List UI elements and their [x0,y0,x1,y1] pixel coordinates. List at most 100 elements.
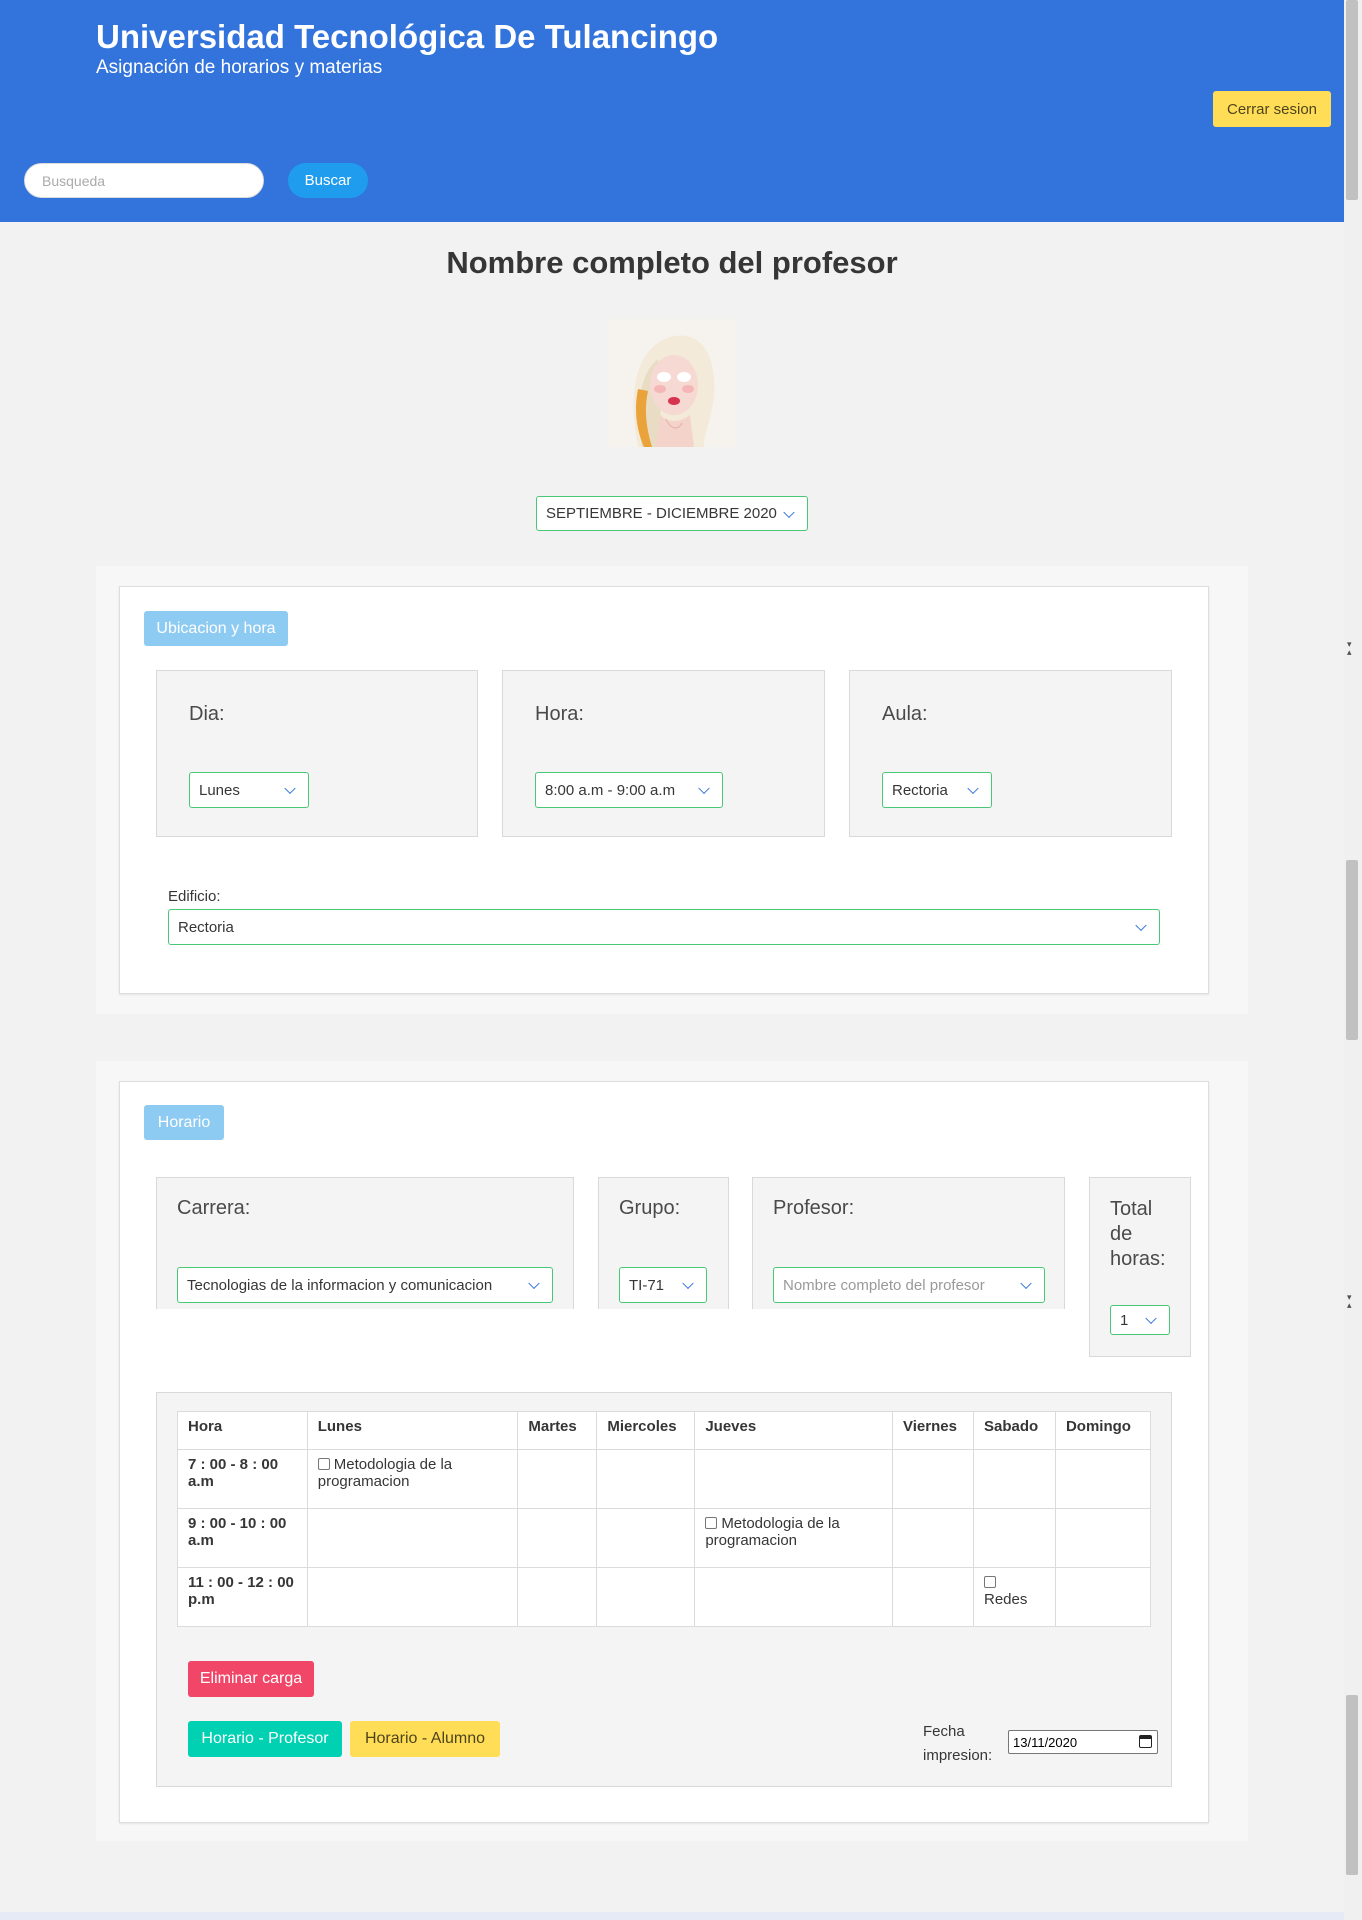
table-row: 7 : 00 - 8 : 00 a.m Metodologia de la pr… [177,1449,1152,1509]
hours-label: Total de horas: [1110,1198,1166,1270]
teacher-schedule-button[interactable]: Horario - Profesor [188,1721,342,1757]
teacher-box: Profesor: Nombre completo del profesor [752,1177,1065,1309]
chevron-down-icon [967,782,979,795]
schedule-cell [694,1567,894,1627]
subject-checkbox[interactable] [705,1517,718,1529]
col-header-jueves: Jueves [694,1411,894,1450]
career-box: Carrera: Tecnologias de la informacion y… [156,1177,574,1309]
day-box: Dia: Lunes [156,670,478,837]
col-header-miercoles: Miercoles [596,1411,696,1450]
group-select[interactable]: TI-71 [619,1267,707,1303]
app-subtitle: Asignación de horarios y materias [96,57,383,78]
chevron-down-icon [528,1277,540,1290]
hour-label: Hora: [535,703,584,725]
schedule-cell [972,1449,1056,1509]
chevron-down-icon [1145,1312,1157,1325]
print-date-label: Fecha impresion: [923,1723,993,1764]
teacher-name-title: Nombre completo del profesor [446,245,898,280]
schedule-table: Hora Lunes Martes Miercoles Jueves Viern… [177,1411,1152,1627]
chevron-down-icon [1020,1277,1032,1290]
scrollbar-thumb[interactable] [1346,1695,1358,1875]
search-button[interactable]: Buscar [288,163,368,198]
col-header-sabado: Sabado [972,1411,1056,1450]
room-select-value: Rectoria [892,781,948,799]
subject-label: Metodologia de la programacion [317,1456,453,1490]
chevron-down-icon [698,782,710,795]
chevron-down-icon [783,506,795,518]
calendar-icon[interactable] [1139,1735,1152,1748]
teacher-select[interactable]: Nombre completo del profesor [773,1267,1045,1303]
hours-box: Total de horas: 1 [1089,1177,1191,1357]
print-date-input[interactable]: 13/11/2020 [1008,1730,1158,1754]
schedule-cell [1054,1567,1152,1627]
room-select[interactable]: Rectoria [882,772,992,808]
room-label: Aula: [882,703,928,725]
schedule-cell [306,1508,519,1568]
page-bottom-strip [0,1912,1344,1920]
chevron-down-icon [682,1277,694,1290]
table-row: 11 : 00 - 12 : 00 p.m Redes [177,1567,1152,1627]
group-box: Grupo: TI-71 [598,1177,729,1309]
hours-select-value: 1 [1120,1311,1129,1329]
student-schedule-button[interactable]: Horario - Alumno [350,1721,500,1757]
group-select-value: TI-71 [629,1276,665,1294]
career-select[interactable]: Tecnologias de la informacion y comunica… [177,1267,553,1303]
day-select-value: Lunes [199,781,240,799]
search-input[interactable]: Busqueda [24,163,264,198]
group-label: Grupo: [619,1197,681,1219]
period-select-value: SEPTIEMBRE - DICIEMBRE 2020 [546,505,777,522]
schedule-cell [1054,1508,1152,1568]
scrollbar-thumb[interactable] [1346,0,1358,200]
schedule-cell: Metodologia de la programacion [306,1449,519,1509]
row-hour: 9 : 00 - 10 : 00 a.m [177,1508,308,1568]
row-hour: 7 : 00 - 8 : 00 a.m [177,1449,308,1509]
period-select[interactable]: SEPTIEMBRE - DICIEMBRE 2020 [536,496,808,531]
hour-select-value: 8:00 a.m - 9:00 a.m [545,781,676,799]
logout-button[interactable]: Cerrar sesion [1213,91,1331,127]
hours-select[interactable]: 1 [1110,1305,1170,1335]
chevron-down-icon [284,782,296,795]
table-header-row: Hora Lunes Martes Miercoles Jueves Viern… [177,1411,1152,1450]
scroll-arrows-icon[interactable]: ▾ ▴ [1347,640,1352,657]
schedule-cell [517,1508,598,1568]
schedule-tag: Horario [144,1105,224,1140]
subject-label: Redes [983,1591,1028,1608]
chevron-down-icon [1135,919,1147,932]
scrollbar-thumb[interactable] [1346,860,1358,1040]
scroll-arrows-icon[interactable]: ▾ ▴ [1347,1293,1352,1310]
building-select[interactable]: Rectoria [168,909,1160,945]
schedule-cell [596,1567,696,1627]
room-box: Aula: Rectoria [849,670,1172,837]
location-tag: Ubicacion y hora [144,611,288,646]
career-label: Carrera: [177,1197,251,1219]
col-header-hora: Hora [177,1411,308,1450]
col-header-lunes: Lunes [306,1411,519,1450]
subject-label: Metodologia de la programacion [705,1515,840,1549]
col-header-martes: Martes [517,1411,598,1450]
page-scrollbar[interactable]: ▾ ▴ ▾ ▴ [1344,0,1362,1920]
subject-checkbox[interactable] [317,1458,330,1470]
schedule-cell [1054,1449,1152,1509]
teacher-avatar [608,319,736,447]
schedule-cell [972,1508,1056,1568]
subject-checkbox[interactable] [983,1576,996,1588]
teacher-label: Profesor: [773,1197,855,1219]
schedule-cell: Metodologia de la programacion [694,1508,894,1568]
day-label: Dia: [189,703,225,725]
career-select-value: Tecnologias de la informacion y comunica… [187,1276,493,1294]
schedule-cell [517,1567,598,1627]
row-hour: 11 : 00 - 12 : 00 p.m [177,1567,308,1627]
hour-box: Hora: 8:00 a.m - 9:00 a.m [502,670,825,837]
university-title: Universidad Tecnológica De Tulancingo [96,18,719,55]
schedule-cell: Redes [972,1567,1056,1627]
schedule-cell [892,1508,974,1568]
teacher-select-placeholder: Nombre completo del profesor [783,1276,985,1294]
building-label: Edificio: [168,888,221,905]
app-header: Universidad Tecnológica De Tulancingo As… [0,0,1344,222]
hour-select[interactable]: 8:00 a.m - 9:00 a.m [535,772,723,808]
schedule-cell [892,1449,974,1509]
delete-load-button[interactable]: Eliminar carga [188,1661,314,1697]
schedule-cell [892,1567,974,1627]
day-select[interactable]: Lunes [189,772,309,808]
schedule-cell [306,1567,519,1627]
